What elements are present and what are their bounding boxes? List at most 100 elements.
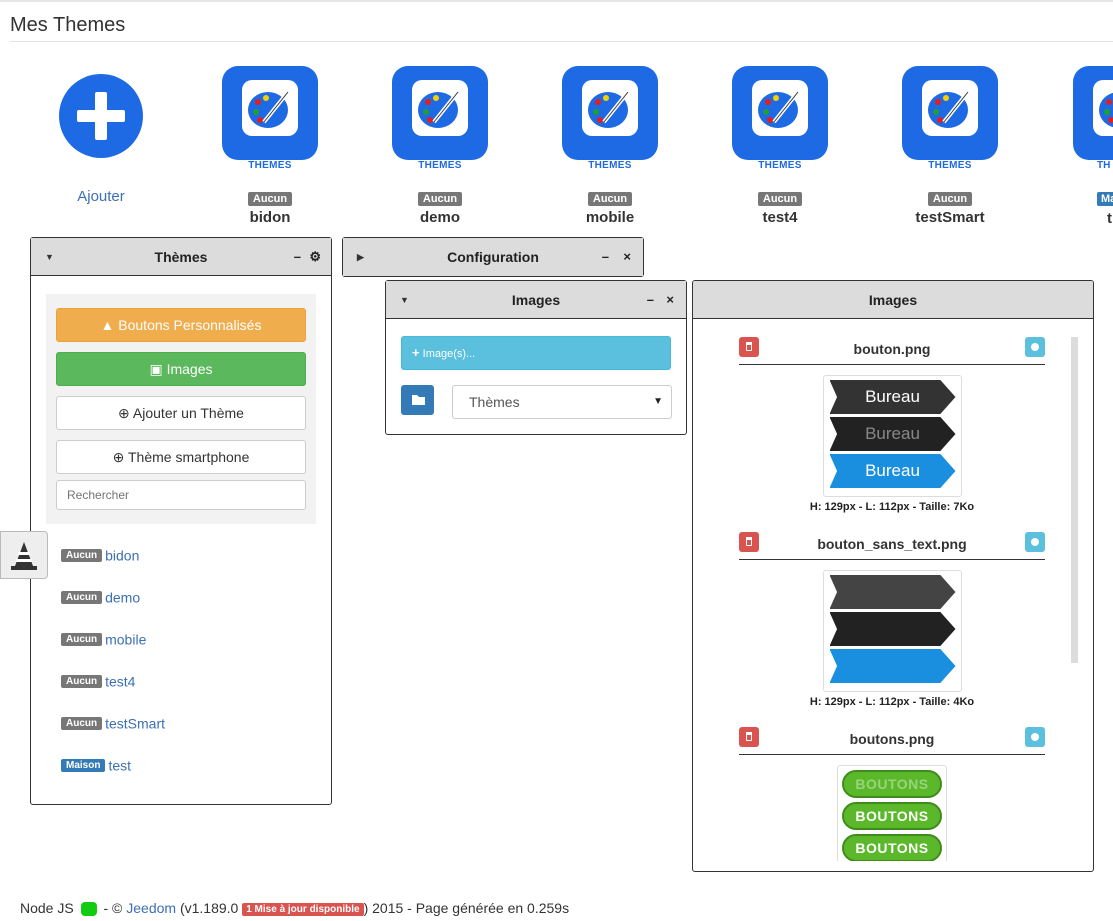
smartphone-theme-button[interactable]: ⊕ Thème smartphone xyxy=(56,440,306,474)
footer-brand-link[interactable]: Jeedom xyxy=(126,900,176,916)
tile-icon-label: THEMES xyxy=(248,160,292,171)
thumb-pill-label: BOUTONS xyxy=(842,770,942,798)
list-link[interactable]: mobile xyxy=(105,631,146,647)
tile-badge: Aucun xyxy=(247,192,293,206)
add-images-button[interactable]: + Image(s)... xyxy=(401,336,671,370)
gallery-item-header: bouton.png xyxy=(739,337,1045,365)
image-thumbnail[interactable]: Bureau Bureau Bureau xyxy=(822,375,962,497)
theme-select-value: Thèmes xyxy=(469,394,520,410)
caret-right-icon[interactable]: ▶ xyxy=(357,238,364,276)
tile-badge: Aucun xyxy=(757,192,803,206)
configuration-panel-title: Configuration xyxy=(447,249,539,265)
theme-select[interactable]: Thèmes ▼ xyxy=(452,385,672,419)
tile-badge: Aucun xyxy=(927,192,973,206)
image-thumbnail[interactable] xyxy=(822,570,962,692)
gallery-item: bouton.png Bureau Bureau Bureau H: 129px… xyxy=(739,337,1045,513)
palette-icon xyxy=(1073,66,1113,160)
palette-icon xyxy=(562,66,658,160)
theme-tile-test[interactable]: TH Ma t xyxy=(1073,66,1113,236)
gallery-item-caption: H: 129px - L: 112px - Taille: 4Ko xyxy=(809,696,975,708)
gallery-item: bouton_sans_text.png H: 129px - L: 112px… xyxy=(739,532,1045,708)
tile-name: mobile xyxy=(585,209,635,226)
add-theme-tile[interactable]: Ajouter xyxy=(36,66,166,205)
list-item[interactable]: Aucun mobile xyxy=(61,630,146,647)
list-badge: Aucun xyxy=(61,674,103,688)
plus-icon xyxy=(59,74,143,158)
update-badge[interactable]: 1 Mise à jour disponible xyxy=(242,902,364,916)
gallery-item-header: boutons.png xyxy=(739,727,1045,755)
add-theme-label: Ajouter xyxy=(77,188,125,205)
images-button[interactable]: ▣ Images xyxy=(56,352,306,386)
palette-icon xyxy=(902,66,998,160)
footer-node-label: Node JS xyxy=(20,900,74,916)
themes-panel-header[interactable]: ▼ Thèmes – ⚙ xyxy=(31,238,331,276)
palette-icon xyxy=(392,66,488,160)
list-link[interactable]: testSmart xyxy=(105,715,165,731)
gallery-item-caption: H: 129px - L: 112px - Taille: 7Ko xyxy=(809,501,975,513)
theme-tile-mobile[interactable]: THEMES Aucun mobile xyxy=(545,66,675,226)
footer-generated: ) 2015 - Page générée en 0.259s xyxy=(363,900,570,916)
trash-icon[interactable] xyxy=(739,727,759,747)
gallery-scroll-area: bouton.png Bureau Bureau Bureau H: 129px… xyxy=(693,321,1093,861)
custom-buttons-button[interactable]: ▲ Boutons Personnalisés xyxy=(56,308,306,342)
folder-button[interactable] xyxy=(401,385,434,415)
eye-icon[interactable] xyxy=(1025,532,1045,552)
minimize-button[interactable]: – xyxy=(602,238,609,276)
list-badge: Aucun xyxy=(61,590,103,604)
gallery-panel: Images bouton.png Bureau Bureau Bureau H… xyxy=(692,280,1094,872)
theme-tile-demo[interactable]: THEMES Aucun demo xyxy=(375,66,505,226)
eye-icon[interactable] xyxy=(1025,337,1045,357)
trash-icon[interactable] xyxy=(739,337,759,357)
caret-down-icon[interactable]: ▼ xyxy=(45,238,54,276)
thumb-arrow xyxy=(829,649,956,683)
caret-down-icon[interactable]: ▼ xyxy=(400,281,409,319)
list-item[interactable]: Aucun demo xyxy=(61,588,140,605)
image-icon: ▣ xyxy=(149,361,163,377)
tile-icon-label: THEMES xyxy=(928,160,972,171)
gallery-item: boutons.png BOUTONS BOUTONS BOUTONS xyxy=(739,727,1045,861)
side-toggle-tab[interactable] xyxy=(0,531,48,579)
palette-icon xyxy=(222,66,318,160)
tile-icon-label: THEMES xyxy=(418,160,462,171)
thumb-arrow-label: Bureau xyxy=(829,380,956,414)
gallery-panel-header: Images xyxy=(693,281,1093,319)
list-badge: Aucun xyxy=(61,632,103,646)
theme-tile-bidon[interactable]: THEMES Aucun bidon xyxy=(205,66,335,226)
footer-version: (v1.189.0 xyxy=(179,900,239,916)
configuration-panel-header[interactable]: ▶ Configuration – × xyxy=(343,238,643,276)
configuration-panel: ▶ Configuration – × xyxy=(342,237,644,277)
gears-icon[interactable]: ⚙ xyxy=(309,238,321,276)
search-input[interactable] xyxy=(56,480,306,510)
tile-icon-label: THEMES xyxy=(758,160,802,171)
list-link[interactable]: demo xyxy=(105,589,140,605)
close-button[interactable]: × xyxy=(666,281,674,319)
themes-action-box: ▲ Boutons Personnalisés ▣ Images ⊕ Ajout… xyxy=(46,294,316,524)
add-theme-button[interactable]: ⊕ Ajouter un Thème xyxy=(56,396,306,430)
tile-name: test4 xyxy=(762,209,798,226)
cone-icon: ▲ xyxy=(100,317,115,333)
eye-icon[interactable] xyxy=(1025,727,1045,747)
trash-icon[interactable] xyxy=(739,532,759,552)
list-link[interactable]: test4 xyxy=(105,673,135,689)
list-item[interactable]: Aucun bidon xyxy=(61,546,139,563)
thumb-arrow-label: Bureau xyxy=(829,454,956,488)
theme-tile-test4[interactable]: THEMES Aucun test4 xyxy=(715,66,845,226)
theme-tile-testsmart[interactable]: THEMES Aucun testSmart xyxy=(885,66,1015,226)
palette-icon xyxy=(732,66,828,160)
image-thumbnail[interactable]: BOUTONS BOUTONS BOUTONS xyxy=(837,765,947,861)
list-item[interactable]: Aucun test4 xyxy=(61,672,135,689)
list-link[interactable]: bidon xyxy=(105,547,139,563)
smartphone-theme-label: Thème smartphone xyxy=(127,449,250,465)
images-panel-header[interactable]: ▼ Images – × xyxy=(386,281,686,319)
list-item[interactable]: Aucun testSmart xyxy=(61,714,165,731)
tile-icon-label: TH xyxy=(1097,160,1111,171)
plus-circle-icon: ⊕ xyxy=(112,449,125,465)
custom-buttons-label: Boutons Personnalisés xyxy=(118,317,262,333)
close-button[interactable]: × xyxy=(623,238,631,276)
status-dot-icon xyxy=(80,902,97,917)
list-link[interactable]: test xyxy=(108,757,131,773)
footer-copyright: - © xyxy=(103,900,123,916)
list-item[interactable]: Maison test xyxy=(61,756,131,773)
minimize-button[interactable]: – xyxy=(647,281,654,319)
minimize-button[interactable]: – xyxy=(294,238,301,276)
